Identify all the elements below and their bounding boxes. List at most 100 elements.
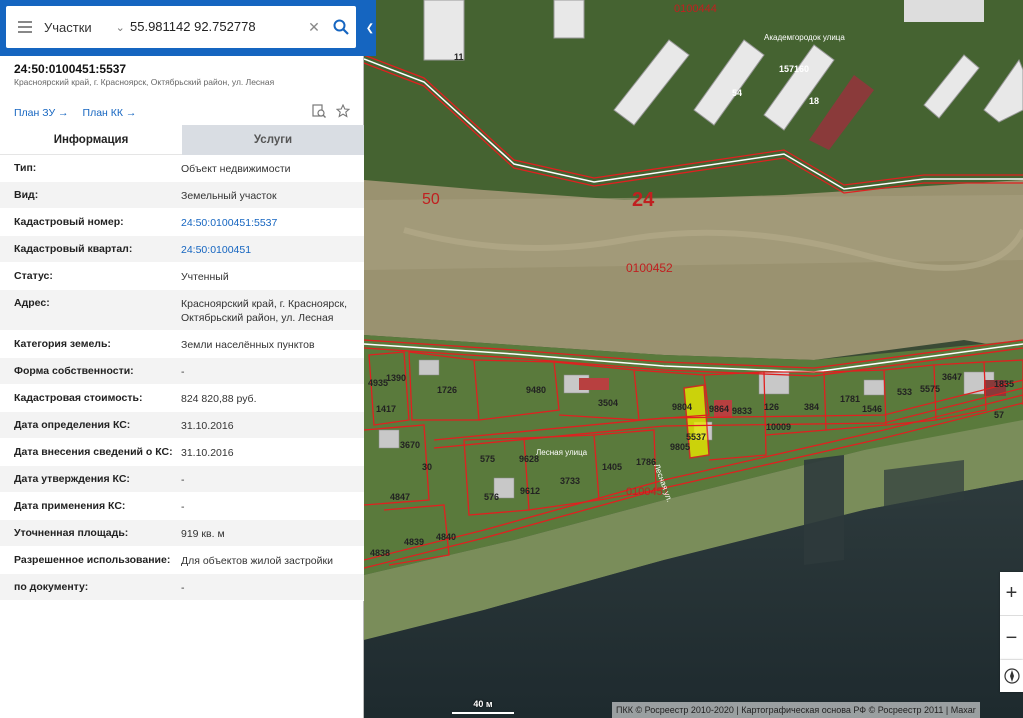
- parcel-label: 4839: [404, 537, 424, 547]
- parcel-label: 1546: [862, 404, 882, 414]
- row-label: Дата утверждения КС:: [14, 473, 130, 485]
- street-label: Академгородок улица: [764, 33, 845, 42]
- row-value: Земельный участок: [181, 190, 277, 202]
- parcel-label: 1781: [840, 394, 860, 404]
- clear-icon[interactable]: ✕: [302, 19, 326, 36]
- zoom-out-button[interactable]: −: [1000, 616, 1023, 660]
- row-label: Кадастровый номер:: [14, 216, 124, 228]
- satellite-map[interactable]: 11 157160 54 18 1390 4935 1726 9480 3504…: [364, 0, 1023, 718]
- search-button[interactable]: [326, 6, 356, 48]
- star-icon[interactable]: [336, 104, 350, 118]
- parcel-label: 9804: [672, 402, 692, 412]
- row-label: по документу:: [14, 581, 89, 593]
- scale-bar: 40 м: [452, 699, 514, 714]
- parcel-label: 9864: [709, 404, 729, 414]
- parcel-label: 4935: [368, 378, 388, 388]
- row-value: Объект недвижимости: [181, 163, 291, 175]
- table-row: Дата утверждения КС: -: [0, 466, 364, 493]
- row-value: Красноярский край, г. Красноярск, Октябр…: [181, 298, 348, 324]
- table-row: Кадастровая стоимость: 824 820,88 руб.: [0, 385, 364, 412]
- district-label: 50: [422, 191, 440, 208]
- cadastral-quarter-link[interactable]: 24:50:0100451: [181, 236, 364, 262]
- scale-label: 40 м: [473, 699, 493, 709]
- row-value: 31.10.2016: [181, 420, 234, 432]
- object-address: Красноярский край, г. Красноярск, Октябр…: [14, 77, 275, 87]
- parcel-label: 9612: [520, 486, 540, 496]
- parcel-label: 30: [422, 462, 432, 472]
- parcel-label: 1390: [386, 373, 406, 383]
- parcel-label: 576: [484, 492, 499, 502]
- table-row: Уточненная площадь: 919 кв. м: [0, 520, 364, 547]
- parcel-label: 18: [809, 96, 819, 106]
- parcel-label: 4847: [390, 492, 410, 502]
- row-value: -: [181, 501, 185, 513]
- parcel-label: 3504: [598, 398, 618, 408]
- tab-bar: Информация Услуги: [0, 125, 364, 155]
- parcel-label: 10009: [766, 422, 791, 432]
- compass-icon: [1003, 668, 1020, 684]
- table-row: Тип: Объект недвижимости: [0, 155, 364, 182]
- row-label: Дата определения КС:: [14, 419, 131, 431]
- district-label: 24: [632, 189, 655, 211]
- parcel-label: 5575: [920, 384, 940, 394]
- measure-icon[interactable]: [312, 104, 326, 118]
- street-label: Лесная улица: [536, 448, 588, 457]
- row-label: Кадастровый квартал:: [14, 243, 133, 255]
- row-value: -: [181, 474, 185, 486]
- parcel-label: 3647: [942, 372, 962, 382]
- scale-line: [452, 712, 514, 714]
- map-attribution: ПКК © Росреестр 2010-2020 | Картографиче…: [612, 702, 980, 718]
- layer-dropdown[interactable]: Участки ⌄: [44, 6, 130, 48]
- row-label: Адрес:: [14, 297, 50, 309]
- row-value: Земли населённых пунктов: [181, 339, 315, 351]
- search-icon: [333, 19, 349, 35]
- table-row: Форма собственности: -: [0, 358, 364, 385]
- object-title: 24:50:0100451:5537: [14, 62, 127, 76]
- plan-zu-link[interactable]: План ЗУ →: [14, 107, 69, 119]
- row-label: Дата внесения сведений о КС:: [14, 446, 173, 458]
- zoom-control: + −: [1000, 572, 1023, 660]
- collapse-panel-button[interactable]: ❮: [364, 0, 376, 56]
- parcel-label: 9480: [526, 385, 546, 395]
- tab-services[interactable]: Услуги: [182, 125, 364, 155]
- row-value: 919 кв. м: [181, 528, 225, 540]
- parcel-label: 157160: [779, 64, 809, 74]
- row-label: Статус:: [14, 270, 53, 282]
- row-label: Вид:: [14, 189, 39, 201]
- row-label: Кадастровая стоимость:: [14, 392, 143, 404]
- table-row: Кадастровый квартал: 24:50:0100451: [0, 236, 364, 263]
- zoom-in-button[interactable]: +: [1000, 572, 1023, 616]
- search-box: Участки ⌄ 55.981142 92.752778 ✕: [6, 6, 356, 48]
- cadastral-number-link[interactable]: 24:50:0100451:5537: [181, 209, 364, 235]
- tab-information[interactable]: Информация: [0, 125, 182, 155]
- layer-dropdown-label: Участки: [44, 19, 92, 35]
- map-view[interactable]: 11 157160 54 18 1390 4935 1726 9480 3504…: [364, 0, 1023, 718]
- row-value: -: [181, 582, 185, 594]
- table-row: Адрес: Красноярский край, г. Красноярск, …: [0, 290, 364, 331]
- row-value: Для объектов жилой застройки: [181, 555, 333, 567]
- parcel-label: 4840: [436, 532, 456, 542]
- menu-icon[interactable]: [6, 6, 44, 48]
- search-input[interactable]: 55.981142 92.752778: [130, 6, 302, 48]
- row-label: Дата применения КС:: [14, 500, 126, 512]
- row-value: 31.10.2016: [181, 447, 234, 459]
- plan-kk-link[interactable]: План КК →: [83, 107, 137, 119]
- row-label: Тип:: [14, 162, 37, 174]
- compass-button[interactable]: [1000, 660, 1023, 692]
- table-row: Дата внесения сведений о КС: 31.10.2016: [0, 439, 364, 466]
- parcel-label: 5537: [686, 432, 706, 442]
- parcel-label: 9805: [670, 442, 690, 452]
- info-panel: Участки ⌄ 55.981142 92.752778 ✕ 24:50:01…: [0, 0, 376, 718]
- parcel-label: 54: [732, 88, 742, 98]
- quarter-label: 0100444: [674, 3, 717, 15]
- row-label: Форма собственности:: [14, 365, 134, 377]
- row-label: Разрешенное использование:: [14, 554, 171, 566]
- table-row: Кадастровый номер: 24:50:0100451:5537: [0, 209, 364, 236]
- parcel-label: 3670: [400, 440, 420, 450]
- parcel-label: 126: [764, 402, 779, 412]
- quarter-label: 0100452: [626, 261, 673, 275]
- parcel-label: 9833: [732, 406, 752, 416]
- parcel-label: 1417: [376, 404, 396, 414]
- row-value: 824 820,88 руб.: [181, 393, 257, 405]
- row-label: Категория земель:: [14, 338, 111, 350]
